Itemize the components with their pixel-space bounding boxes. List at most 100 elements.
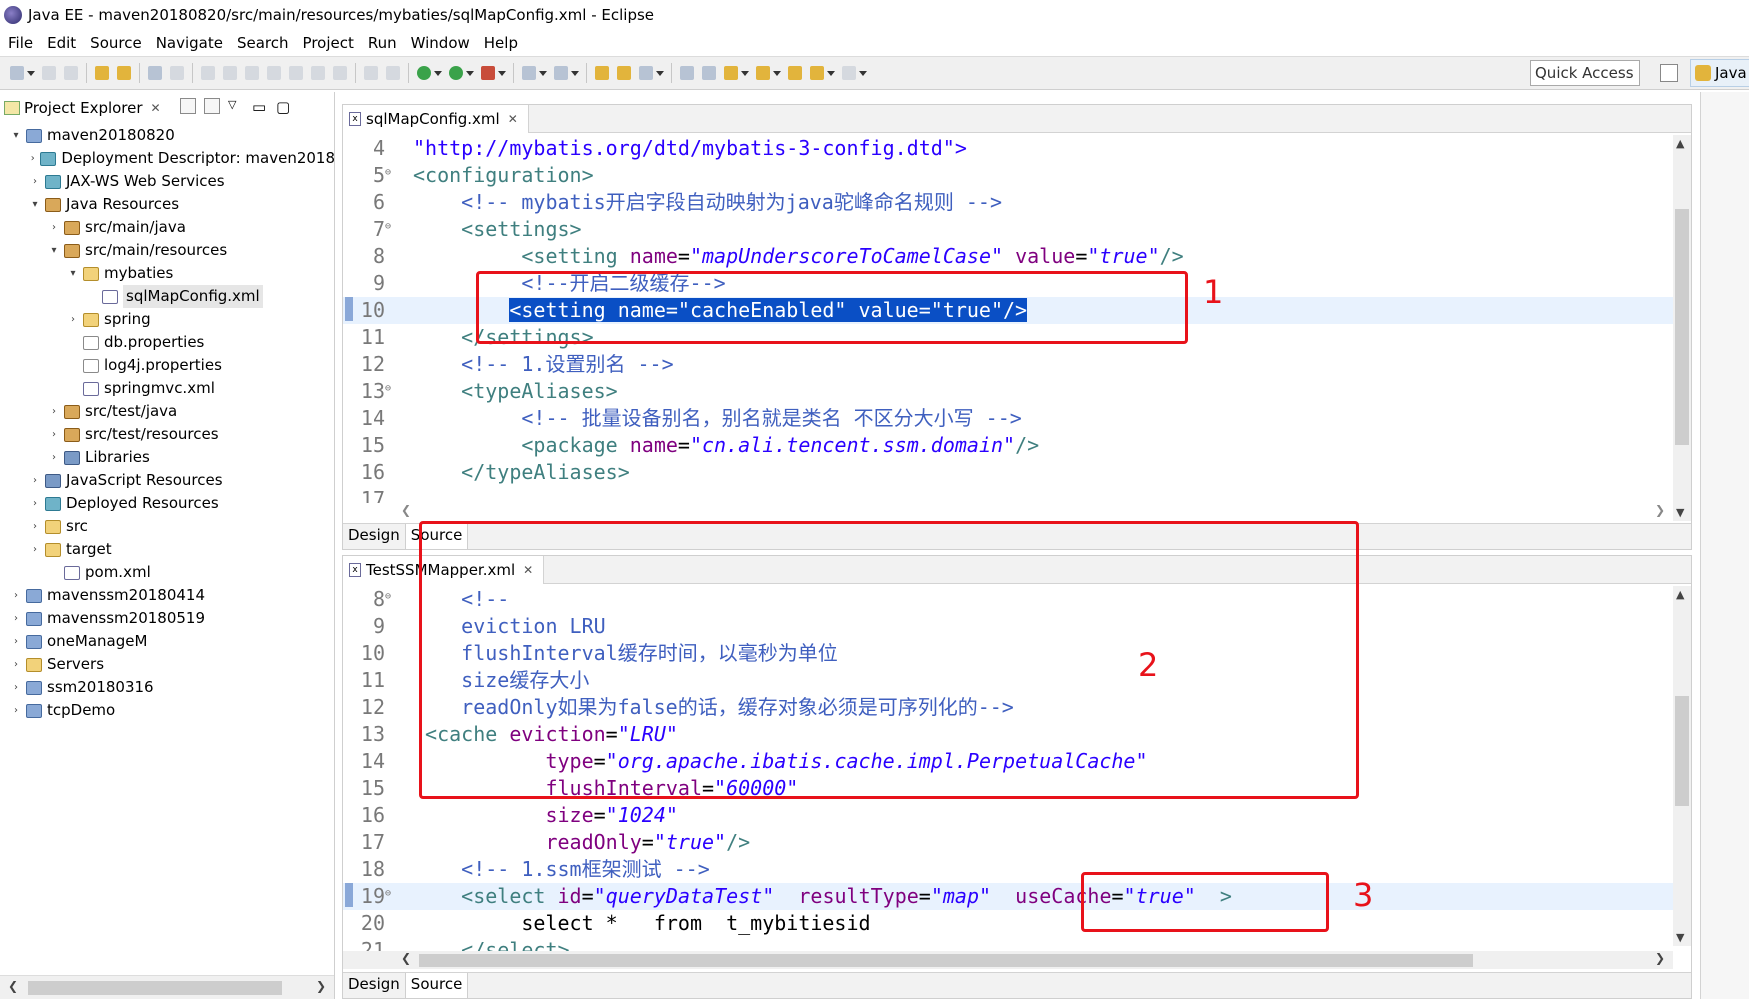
drop-to-frame-icon[interactable] (386, 66, 400, 80)
tree-item[interactable]: › ssm20180316 (0, 676, 335, 699)
close-icon[interactable]: ✕ (151, 101, 161, 115)
chevron-right-icon[interactable]: › (10, 584, 22, 607)
disconnect-icon[interactable] (267, 66, 281, 80)
tree-item[interactable]: › mavenssm20180414 (0, 584, 335, 607)
tree-item[interactable]: › Libraries (0, 446, 335, 469)
globe-icon[interactable] (680, 66, 694, 80)
collapse-all-icon[interactable] (180, 98, 196, 114)
project-explorer-tab[interactable]: Project Explorer ✕ (4, 94, 161, 122)
tree-item[interactable]: › JAX-WS Web Services (0, 170, 335, 193)
resume-icon[interactable] (201, 66, 215, 80)
scroll-right-icon[interactable]: ❯ (1655, 503, 1665, 517)
tree-item[interactable]: › src/test/resources (0, 423, 335, 446)
forward-icon[interactable] (842, 66, 856, 80)
code-line[interactable]: 8 <setting name="mapUnderscoreToCamelCas… (343, 243, 1691, 270)
code-line[interactable]: 14 <!-- 批量设备别名，别名就是类名 不区分大小写 --> (343, 405, 1691, 432)
chevron-right-icon[interactable]: › (29, 515, 41, 538)
open-project-icon[interactable] (617, 66, 631, 80)
tree-item[interactable]: › JavaScript Resources (0, 469, 335, 492)
open-folder-icon[interactable] (595, 66, 609, 80)
chevron-down-icon[interactable] (859, 70, 867, 76)
chevron-right-icon[interactable]: › (10, 653, 22, 676)
search-icon[interactable] (639, 66, 653, 80)
chevron-down-icon[interactable]: ▾ (48, 239, 60, 262)
editor-vertical-scrollbar[interactable]: ▲ ▼ (1673, 135, 1691, 521)
chevron-down-icon[interactable] (827, 70, 835, 76)
chevron-right-icon[interactable]: › (29, 538, 41, 561)
tree-item[interactable]: ▾ maven20180820 (0, 124, 335, 147)
tree-item[interactable]: ▾ Java Resources (0, 193, 335, 216)
tree-item[interactable]: sqlMapConfig.xml (0, 285, 335, 308)
editor-horizontal-scrollbar[interactable]: ❮ ❯ (343, 951, 1673, 969)
step-return-icon[interactable] (333, 66, 347, 80)
code-line[interactable]: 16 </typeAliases> (343, 459, 1691, 486)
tree-item[interactable]: › Servers (0, 653, 335, 676)
menu-help[interactable]: Help (477, 34, 525, 52)
new-icon[interactable] (10, 66, 24, 80)
tree-item[interactable]: db.properties (0, 331, 335, 354)
debug-icon[interactable] (417, 66, 431, 80)
tree-item[interactable]: › Deployed Resources (0, 492, 335, 515)
tree-item[interactable]: › Deployment Descriptor: maven2018 (0, 147, 335, 170)
fold-toggle-icon[interactable]: ⊖ (385, 378, 395, 400)
fold-toggle-icon[interactable]: ⊖ (385, 883, 395, 905)
maximize-icon[interactable]: ▢ (276, 98, 292, 116)
code-line[interactable]: 4 "http://mybatis.org/dtd/mybatis-3-confi… (343, 135, 1691, 162)
tree-item[interactable]: › mavenssm20180519 (0, 607, 335, 630)
scroll-left-icon[interactable]: ❮ (401, 503, 411, 517)
chevron-right-icon[interactable]: › (10, 630, 22, 653)
tree-item[interactable]: log4j.properties (0, 354, 335, 377)
tree-item[interactable]: › src (0, 515, 335, 538)
code-line[interactable]: 13 ⊖ <typeAliases> (343, 378, 1691, 405)
toggle-mark-icon[interactable] (702, 66, 716, 80)
menu-search[interactable]: Search (230, 34, 296, 52)
scrollbar-thumb[interactable] (419, 954, 1473, 967)
tree-item[interactable]: › src/main/java (0, 216, 335, 239)
code-line[interactable]: 17 readOnly="true"/> (343, 829, 1691, 856)
fold-toggle-icon[interactable]: ⊖ (385, 586, 395, 608)
menu-project[interactable]: Project (296, 34, 361, 52)
minimize-icon[interactable]: ▭ (252, 98, 268, 116)
tree-item[interactable]: pom.xml (0, 561, 335, 584)
scroll-right-icon[interactable]: ❯ (1655, 951, 1665, 965)
chevron-right-icon[interactable]: › (29, 492, 41, 515)
quick-access-input[interactable]: Quick Access (1530, 60, 1640, 86)
menu-file[interactable]: File (0, 34, 40, 52)
chevron-right-icon[interactable]: › (29, 147, 36, 170)
annotation-next-icon[interactable] (724, 66, 738, 80)
explorer-horizontal-scrollbar[interactable]: ❮ ❯ (0, 975, 334, 999)
scroll-up-icon[interactable]: ▲ (1676, 137, 1684, 150)
chevron-right-icon[interactable]: › (67, 308, 79, 331)
tree-item[interactable]: › tcpDemo (0, 699, 335, 722)
scroll-right-icon[interactable]: ❯ (316, 979, 326, 993)
scroll-up-icon[interactable]: ▲ (1676, 588, 1684, 601)
code-line[interactable]: 18 <!-- 1.ssm框架测试 --> (343, 856, 1691, 883)
chevron-down-icon[interactable] (773, 70, 781, 76)
save-all-icon[interactable] (64, 66, 78, 80)
scroll-down-icon[interactable]: ▼ (1676, 506, 1684, 519)
chevron-right-icon[interactable]: › (10, 676, 22, 699)
menu-run[interactable]: Run (361, 34, 404, 52)
new-java-class-icon[interactable] (554, 66, 568, 80)
scrollbar-thumb[interactable] (28, 981, 282, 995)
editor-horizontal-scrollbar[interactable]: ❮ ❯ (343, 503, 1673, 521)
step-over-icon[interactable] (311, 66, 325, 80)
tab-sqlmapconfig[interactable]: x sqlMapConfig.xml ✕ (343, 105, 529, 133)
java-perspective-button[interactable]: Java (1690, 59, 1749, 87)
terminate-icon[interactable] (245, 66, 259, 80)
chevron-right-icon[interactable]: › (10, 607, 22, 630)
chevron-down-icon[interactable] (498, 70, 506, 76)
scroll-down-icon[interactable]: ▼ (1676, 931, 1684, 944)
last-edit-icon[interactable] (788, 66, 802, 80)
chevron-right-icon[interactable]: › (29, 170, 41, 193)
scroll-left-icon[interactable]: ❮ (8, 979, 18, 993)
back-icon[interactable] (810, 66, 824, 80)
tree-item[interactable]: › target (0, 538, 335, 561)
chevron-down-icon[interactable] (741, 70, 749, 76)
tree-item[interactable]: ▾ mybaties (0, 262, 335, 285)
menu-edit[interactable]: Edit (40, 34, 83, 52)
code-line[interactable]: 15 <package name="cn.ali.tencent.ssm.dom… (343, 432, 1691, 459)
tree-item[interactable]: ▾ src/main/resources (0, 239, 335, 262)
code-line[interactable]: 20 select * from t_mybitiesid (343, 910, 1691, 937)
chevron-right-icon[interactable]: › (48, 423, 60, 446)
